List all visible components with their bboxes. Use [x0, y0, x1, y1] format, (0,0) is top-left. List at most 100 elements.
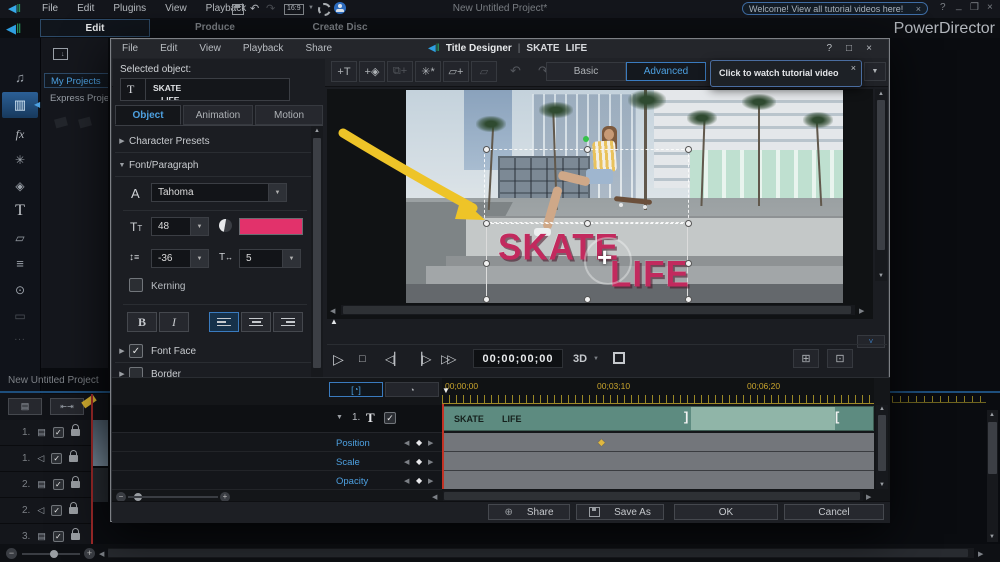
track-enable-checkbox[interactable]: ✓	[53, 479, 64, 490]
share-button[interactable]: ⊕ Share	[488, 504, 570, 520]
property-lane-opacity[interactable]	[443, 471, 874, 489]
next-keyframe-icon[interactable]: ▶	[428, 458, 433, 466]
dialog-menu-share[interactable]: Share	[305, 44, 332, 54]
clip-trim-bracket[interactable]: ]	[684, 409, 688, 424]
dialog-timeline-playhead[interactable]	[442, 404, 444, 489]
dialog-menu-view[interactable]: View	[199, 44, 221, 54]
tl-zoom-track[interactable]	[128, 496, 218, 498]
selection-handle[interactable]	[483, 146, 490, 153]
align-right-button[interactable]	[273, 312, 303, 332]
opacity-moon-icon[interactable]	[219, 219, 232, 232]
3d-mode-selector[interactable]: 3D	[573, 353, 587, 365]
track-enable-checkbox[interactable]: ✓	[53, 427, 64, 438]
save-icon[interactable]	[232, 4, 244, 15]
hscroll-left-icon[interactable]: ◀	[99, 550, 104, 558]
fast-forward-button[interactable]: ▷▷	[441, 352, 453, 366]
stop-button[interactable]: □	[359, 353, 366, 365]
selection-handle[interactable]	[483, 220, 490, 227]
welcome-banner[interactable]: Welcome! View all tutorial videos here! …	[742, 2, 928, 15]
track-lock-icon[interactable]	[71, 429, 80, 436]
ruler-playhead-marker[interactable]: ▼	[442, 386, 450, 395]
property-lane-position[interactable]: ◆	[443, 433, 874, 452]
track-lock-icon[interactable]	[69, 455, 78, 462]
align-left-button[interactable]	[209, 312, 239, 332]
sidebar-item-voice-room[interactable]: ⊙	[0, 278, 40, 302]
tutorial-tooltip[interactable]: Click to watch tutorial video ×	[710, 60, 862, 87]
preview-hscroll-right-icon[interactable]: ▶	[859, 307, 864, 315]
font-color-swatch[interactable]	[239, 218, 303, 235]
font-family-select[interactable]: Tahoma ▼	[151, 183, 287, 202]
library-tab-my-projects[interactable]: My Projects	[44, 73, 108, 88]
advanced-mode-button[interactable]: Advanced	[626, 62, 706, 81]
sidebar-item-pip-room[interactable]: ✳	[0, 148, 40, 172]
line-spacing-dropdown-icon[interactable]: ▼	[190, 250, 208, 267]
panel-tab-animation[interactable]: Animation	[183, 105, 253, 125]
dialog-titlebar[interactable]: File Edit View Playback Share ◀‖ Title D…	[112, 40, 888, 58]
section-font-paragraph[interactable]: ▼ Font/Paragraph	[115, 154, 311, 177]
hscroll-right-icon[interactable]: ▶	[978, 550, 983, 558]
move-crosshair[interactable]: +	[597, 242, 612, 273]
fullscreen-icon[interactable]	[613, 352, 625, 364]
tl-hscroll-left-icon[interactable]: ◀	[432, 493, 437, 501]
dialog-menu-file[interactable]: File	[122, 44, 138, 54]
cancel-button[interactable]: Cancel	[784, 504, 884, 520]
sidebar-item-media-room[interactable]: ♫	[0, 66, 40, 90]
prev-keyframe-icon[interactable]: ◀	[404, 458, 409, 466]
menu-view[interactable]: View	[165, 4, 187, 14]
selection-handle[interactable]	[584, 146, 591, 153]
preview-position-marker[interactable]: ▲	[330, 317, 338, 326]
zoom-slider-knob[interactable]	[50, 550, 58, 558]
main-hscrollbar[interactable]	[108, 548, 974, 558]
font-family-dropdown-icon[interactable]: ▼	[268, 184, 286, 201]
undo-icon[interactable]: ↶	[250, 2, 259, 15]
preview-hscroll-left-icon[interactable]: ◀	[330, 307, 335, 315]
add-keyframe-icon[interactable]: ◆	[416, 457, 422, 466]
toolbar-overflow-button[interactable]: ▼	[864, 62, 886, 81]
font-face-checkbox[interactable]: ✓	[129, 344, 143, 358]
tutorial-tooltip-close-icon[interactable]: ×	[851, 63, 856, 73]
selected-object-box[interactable]: T SKATE LIFE	[120, 78, 290, 101]
snap-button[interactable]: ⇤⇥	[50, 398, 84, 415]
account-icon[interactable]	[334, 2, 346, 14]
selection-handle[interactable]	[685, 260, 692, 267]
section-character-presets[interactable]: ▶ Character Presets	[115, 130, 311, 153]
selection-handle[interactable]	[483, 296, 490, 303]
sidebar-item-transition-room[interactable]: ▱	[0, 226, 40, 250]
track-enable-checkbox[interactable]: ✓	[51, 505, 62, 516]
grid-view-button[interactable]: ⊞	[793, 349, 819, 368]
3d-dropdown-icon[interactable]: ▼	[593, 356, 599, 362]
selection-handle[interactable]	[483, 260, 490, 267]
align-center-button[interactable]	[241, 312, 271, 332]
prev-keyframe-icon[interactable]: ◀	[404, 439, 409, 447]
panel-tab-object[interactable]: Object	[115, 105, 181, 125]
tl-vscrollbar[interactable]: ▲ ▼	[876, 405, 888, 489]
track-manager-button[interactable]: ▤	[8, 398, 42, 415]
next-keyframe-icon[interactable]: ▶	[428, 439, 433, 447]
track-lock-icon[interactable]	[69, 507, 78, 514]
track-lock-icon[interactable]	[71, 481, 80, 488]
next-frame-button[interactable]: ▕▷	[413, 352, 431, 366]
char-spacing-dropdown-icon[interactable]: ▼	[282, 250, 300, 267]
insert-text-button[interactable]: +T	[331, 61, 357, 82]
close-button[interactable]: ×	[987, 3, 993, 13]
clock-view-toggle[interactable]: ◔	[385, 382, 439, 397]
property-lane-scale[interactable]	[443, 452, 874, 471]
main-playhead[interactable]	[91, 394, 93, 544]
sidebar-item-title-room[interactable]: T	[0, 198, 40, 224]
selection-handle[interactable]	[685, 220, 692, 227]
title-clip[interactable]: SKATE LIFE ] [	[443, 406, 874, 431]
line-spacing-select[interactable]: -36 ▼	[151, 249, 209, 268]
sidebar-item-mixing-room[interactable]: ≡	[0, 252, 40, 276]
menu-plugins[interactable]: Plugins	[113, 4, 146, 14]
previous-frame-button[interactable]: ◁▏	[385, 352, 403, 366]
sidebar-item-effect-room[interactable]: fx	[0, 122, 40, 146]
dialog-maximize-button[interactable]: □	[846, 44, 852, 54]
clip-trim-bracket[interactable]: [	[835, 409, 839, 424]
position-keyframe-diamond[interactable]: ◆	[598, 437, 605, 448]
help-button[interactable]: ?	[940, 3, 946, 13]
dialog-close-button[interactable]: ×	[866, 44, 872, 54]
aspect-chevron-icon[interactable]: ▼	[308, 5, 314, 11]
insert-effect-button[interactable]: ✳*	[415, 61, 441, 82]
tab-create-disc[interactable]: Create Disc	[280, 23, 400, 33]
tab-edit[interactable]: Edit	[40, 19, 150, 37]
